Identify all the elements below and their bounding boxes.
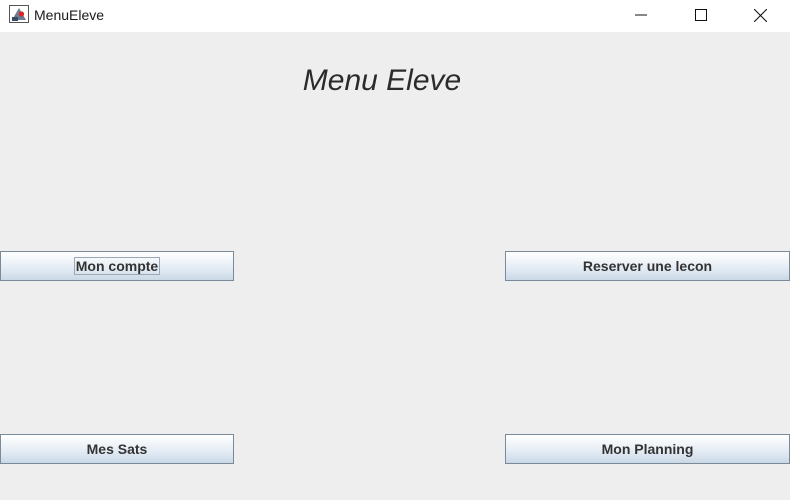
close-button[interactable] (737, 0, 783, 30)
window-title: MenuEleve (34, 7, 105, 23)
close-icon (753, 8, 767, 22)
maximize-button[interactable] (678, 0, 724, 30)
content-panel: Menu Eleve Mon compte Reserver une lecon… (0, 32, 790, 500)
minimize-button[interactable] (618, 0, 664, 30)
mon-compte-label: Mon compte (73, 257, 161, 275)
mes-sats-button[interactable]: Mes Sats (0, 434, 234, 464)
page-title: Menu Eleve (302, 64, 462, 97)
mon-planning-label: Mon Planning (601, 441, 694, 457)
mes-sats-label: Mes Sats (86, 441, 148, 457)
reserver-lecon-label: Reserver une lecon (582, 258, 713, 274)
maximize-icon (695, 9, 707, 21)
title-bar[interactable]: MenuEleve (0, 0, 790, 32)
reserver-lecon-button[interactable]: Reserver une lecon (505, 251, 790, 281)
java-app-icon (9, 5, 29, 23)
mon-compte-button[interactable]: Mon compte (0, 251, 234, 281)
menu-eleve-window: MenuEleve Menu Eleve Mon compte Reserver… (0, 0, 790, 500)
mon-planning-button[interactable]: Mon Planning (505, 434, 790, 464)
minimize-icon (635, 9, 647, 21)
